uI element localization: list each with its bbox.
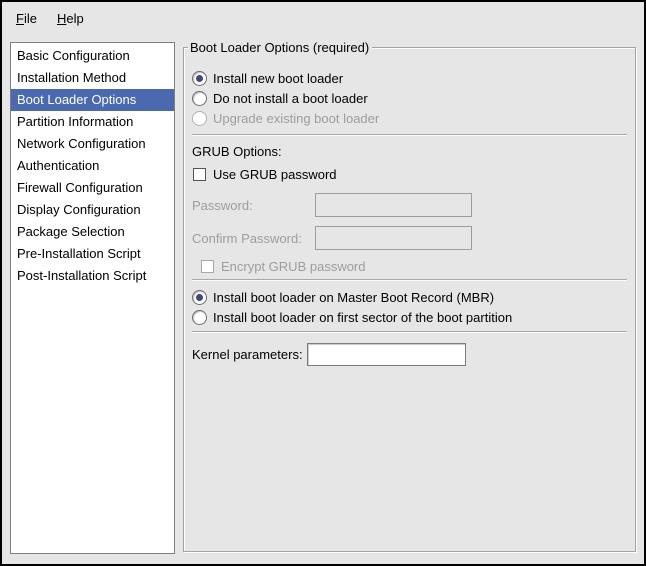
radio-button-icon <box>192 111 207 126</box>
password-label: Password: <box>192 198 315 213</box>
menu-help[interactable]: Help <box>49 7 92 30</box>
checkbox-label: Encrypt GRUB password <box>221 259 366 274</box>
menu-help-mnemonic: H <box>57 11 66 26</box>
confirm-password-label: Confirm Password: <box>192 231 315 246</box>
grub-confirm-password-row: Confirm Password: <box>192 225 627 251</box>
sidebar-item-partition-information[interactable]: Partition Information <box>11 111 174 133</box>
radio-install-on-mbr[interactable]: Install boot loader on Master Boot Recor… <box>192 287 627 307</box>
radio-button-icon <box>192 290 207 305</box>
radio-label: Do not install a boot loader <box>213 91 368 106</box>
checkbox-icon <box>193 168 206 181</box>
kickstart-configurator-window: File Help Basic Configuration Installati… <box>0 0 646 566</box>
radio-label: Install boot loader on Master Boot Recor… <box>213 290 494 305</box>
checkbox-encrypt-grub-password: Encrypt GRUB password <box>200 256 627 276</box>
menu-file-mnemonic: F <box>16 11 24 26</box>
separator <box>192 279 627 281</box>
radio-upgrade-existing-boot-loader: Upgrade existing boot loader <box>192 108 627 128</box>
sidebar-item-package-selection[interactable]: Package Selection <box>11 221 174 243</box>
radio-label: Install boot loader on first sector of t… <box>213 310 512 325</box>
radio-install-new-boot-loader[interactable]: Install new boot loader <box>192 68 627 88</box>
sidebar-item-network-configuration[interactable]: Network Configuration <box>11 133 174 155</box>
radio-button-icon <box>192 71 207 86</box>
checkbox-use-grub-password[interactable]: Use GRUB password <box>192 164 627 184</box>
checkbox-label: Use GRUB password <box>213 167 337 182</box>
kernel-parameters-row: Kernel parameters: <box>192 341 627 367</box>
sidebar-item-installation-method[interactable]: Installation Method <box>11 67 174 89</box>
sidebar-item-basic-configuration[interactable]: Basic Configuration <box>11 45 174 67</box>
checkbox-icon <box>201 260 214 273</box>
menu-file-label: ile <box>24 11 37 26</box>
kernel-parameters-input[interactable] <box>307 343 466 366</box>
grub-password-input <box>315 193 472 217</box>
sidebar-item-boot-loader-options[interactable]: Boot Loader Options <box>11 89 174 111</box>
sidebar-item-authentication[interactable]: Authentication <box>11 155 174 177</box>
separator <box>192 134 627 136</box>
sidebar-item-pre-installation-script[interactable]: Pre-Installation Script <box>11 243 174 265</box>
menubar: File Help <box>2 2 644 34</box>
sidebar-item-post-installation-script[interactable]: Post-Installation Script <box>11 265 174 287</box>
radio-button-icon <box>192 310 207 325</box>
menu-help-label: elp <box>66 11 83 26</box>
grub-options-label: GRUB Options: <box>192 144 627 159</box>
radio-install-on-first-sector[interactable]: Install boot loader on first sector of t… <box>192 307 627 327</box>
menu-file[interactable]: File <box>8 7 45 30</box>
kernel-parameters-label: Kernel parameters: <box>192 347 307 362</box>
grub-confirm-password-input <box>315 226 472 250</box>
separator <box>192 331 627 333</box>
boot-loader-options-frame: Boot Loader Options (required) Install n… <box>183 47 636 552</box>
radio-do-not-install-boot-loader[interactable]: Do not install a boot loader <box>192 88 627 108</box>
radio-label: Upgrade existing boot loader <box>213 111 379 126</box>
sidebar-item-firewall-configuration[interactable]: Firewall Configuration <box>11 177 174 199</box>
grub-password-row: Password: <box>192 192 627 218</box>
radio-label: Install new boot loader <box>213 71 343 86</box>
section-list: Basic Configuration Installation Method … <box>10 42 175 554</box>
frame-title: Boot Loader Options (required) <box>188 39 372 56</box>
radio-button-icon <box>192 91 207 106</box>
sidebar-item-display-configuration[interactable]: Display Configuration <box>11 199 174 221</box>
